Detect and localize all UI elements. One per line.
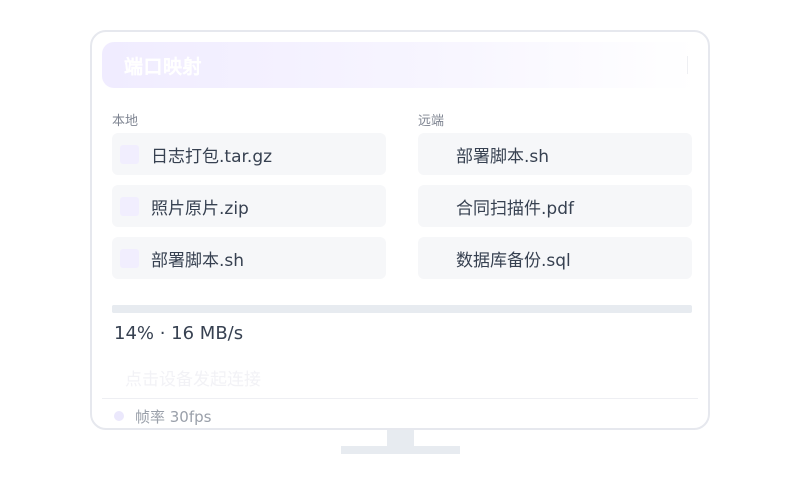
transfer-progress-fill <box>112 305 194 313</box>
monitor-stand-neck <box>387 430 414 446</box>
file-name: 合同扫描件.pdf <box>456 198 574 219</box>
window-title: 端口映射 <box>124 55 203 78</box>
local-file-item[interactable]: 照片原片.zip <box>112 185 386 227</box>
transfer-progress-bar <box>112 305 692 313</box>
remote-file-item[interactable]: 部署脚本.sh <box>418 133 692 175</box>
window-header: 端口映射 <box>102 42 698 88</box>
remote-file-list: 部署脚本.sh 合同扫描件.pdf 数据库备份.sql <box>418 133 692 289</box>
footer-divider <box>102 398 698 399</box>
status-indicator-icon <box>114 411 124 421</box>
file-icon <box>120 196 139 216</box>
file-name: 部署脚本.sh <box>456 146 550 167</box>
framerate-status: 帧率 30fps <box>135 407 212 426</box>
remote-file-item[interactable]: 数据库备份.sql <box>418 237 692 279</box>
status-bar: 帧率 30fps <box>114 406 211 426</box>
file-name: 数据库备份.sql <box>456 250 571 271</box>
transfer-progress-text: 14% · 16 MB/s <box>114 323 244 344</box>
remote-file-item[interactable]: 合同扫描件.pdf <box>418 185 692 227</box>
monitor-stand-base <box>341 446 460 454</box>
local-file-item[interactable]: 日志打包.tar.gz <box>112 133 386 175</box>
local-file-item[interactable]: 部署脚本.sh <box>112 237 386 279</box>
local-column-label: 本地 <box>112 114 139 129</box>
file-name: 照片原片.zip <box>151 198 249 219</box>
file-name: 部署脚本.sh <box>151 250 245 271</box>
monitor-window: 端口映射 本地 远端 日志打包.tar.gz 照片原片.zip 部署脚本.sh … <box>90 30 710 430</box>
local-file-list: 日志打包.tar.gz 照片原片.zip 部署脚本.sh <box>112 133 386 289</box>
header-divider <box>687 56 688 74</box>
connect-device-prompt[interactable]: 点击设备发起连接 <box>125 365 261 390</box>
file-name: 日志打包.tar.gz <box>151 146 273 167</box>
file-icon <box>120 144 139 164</box>
file-icon <box>120 248 139 268</box>
remote-column-label: 远端 <box>418 114 445 129</box>
